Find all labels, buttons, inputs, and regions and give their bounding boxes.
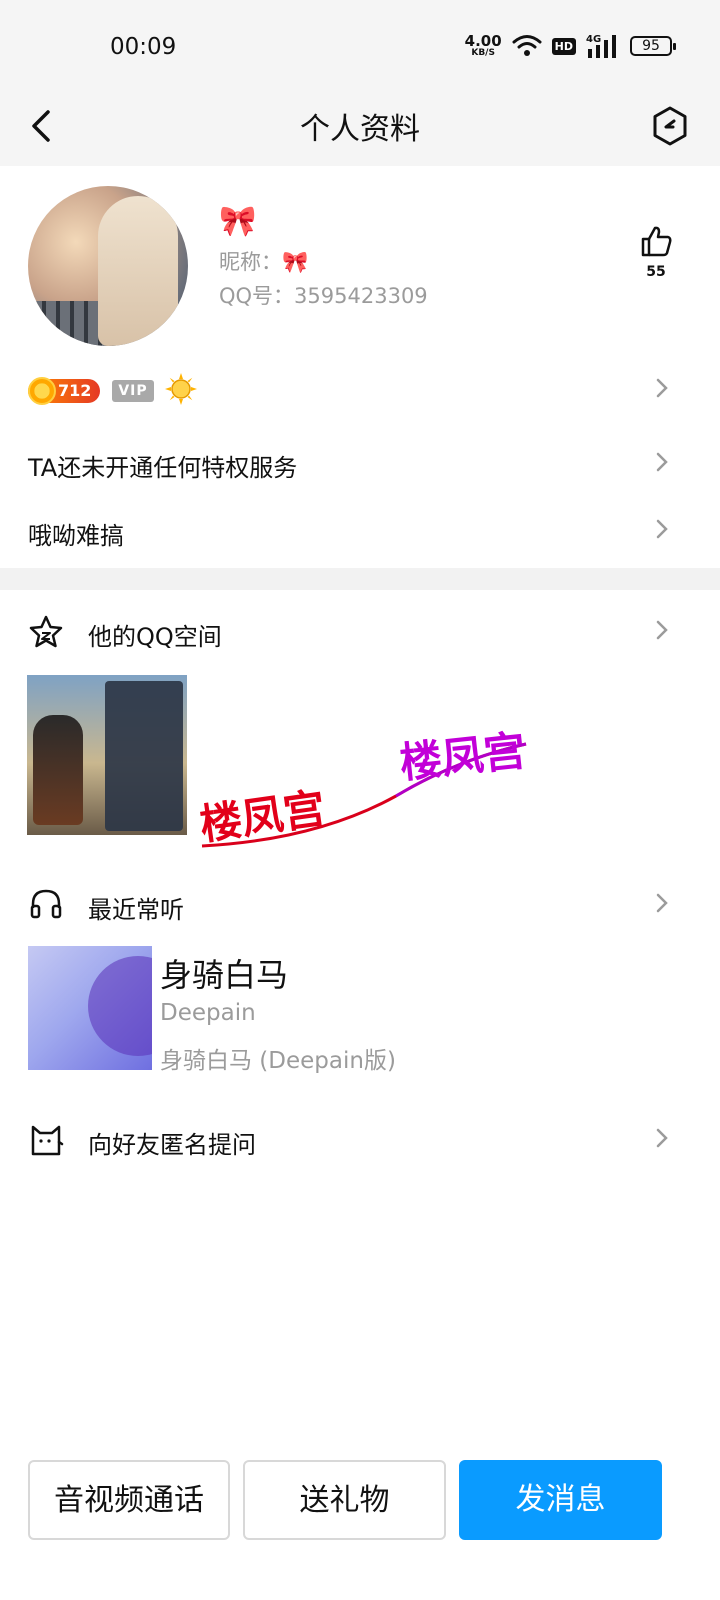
privilege-row-text[interactable]: TA还未开通任何特权服务 xyxy=(28,448,297,483)
watermark-overlay: 楼凤宫 楼凤宫 xyxy=(197,726,528,850)
signal-icon: 4G xyxy=(586,34,616,58)
status-bar: 00:09 4.00 KB/S HD 4G 95 xyxy=(0,0,720,90)
like-button[interactable]: 55 xyxy=(630,224,682,280)
section-divider xyxy=(0,568,720,590)
net-speed: 4.00 KB/S xyxy=(464,31,502,58)
watermark-text-1: 楼凤宫 xyxy=(197,784,329,850)
cat-face-icon xyxy=(31,1125,64,1156)
coin-badge[interactable]: 712 xyxy=(28,377,100,405)
thumbnail-figure xyxy=(33,715,83,825)
avatar[interactable] xyxy=(28,186,188,346)
page-title: 个人资料 xyxy=(300,112,420,147)
avatar-figure-decor xyxy=(98,196,178,346)
qzone-photo-thumbnail[interactable] xyxy=(27,675,187,835)
net-speed-value: 4.00 xyxy=(464,31,502,50)
nav-bar: 个人资料 xyxy=(0,90,720,166)
headphones-icon xyxy=(30,889,62,919)
anon-question-label[interactable]: 向好友匿名提问 xyxy=(88,1125,256,1160)
recent-music-label[interactable]: 最近常听 xyxy=(88,890,184,925)
coin-count: 712 xyxy=(58,381,92,400)
av-call-button[interactable]: 音视频通话 xyxy=(28,1460,230,1540)
star-icon xyxy=(29,615,63,648)
anon-question-chevron-icon[interactable] xyxy=(652,1124,672,1152)
nickname-text: 昵称：🎀 xyxy=(219,250,309,274)
privilege-chevron-icon[interactable] xyxy=(652,448,672,476)
send-gift-button[interactable]: 送礼物 xyxy=(243,1460,446,1540)
qzone-chevron-icon[interactable] xyxy=(652,616,672,644)
svg-text:4G: 4G xyxy=(586,34,601,45)
song-artist: Deepain xyxy=(160,1000,256,1026)
watermark-text-2: 楼凤宫 xyxy=(397,726,527,788)
display-name: 🎀 xyxy=(219,204,257,239)
song-cover-art[interactable] xyxy=(28,946,152,1070)
song-title[interactable]: 身骑白马 xyxy=(160,950,288,996)
vip-badge[interactable]: VIP xyxy=(112,380,154,402)
badges-chevron-icon[interactable] xyxy=(652,374,672,402)
battery-indicator: 95 xyxy=(630,36,676,56)
thumbnail-panel xyxy=(105,681,183,831)
status-icons: 4.00 KB/S HD 4G 95 xyxy=(464,31,676,60)
cover-decor xyxy=(88,956,152,1056)
hd-badge: HD xyxy=(551,37,576,55)
like-count: 55 xyxy=(646,264,666,280)
coin-icon xyxy=(28,377,56,405)
qq-number-text: QQ号：3595423309 xyxy=(219,284,428,308)
qzone-label[interactable]: 他的QQ空间 xyxy=(88,617,222,652)
song-album: 身骑白马 (Deepain版) xyxy=(160,1048,396,1074)
thumbs-up-icon xyxy=(641,226,672,257)
settings-hexagon-icon[interactable] xyxy=(646,102,694,150)
sun-level-icon[interactable] xyxy=(164,372,198,406)
music-chevron-icon[interactable] xyxy=(652,889,672,917)
wifi-icon xyxy=(512,35,542,56)
status-time: 00:09 xyxy=(110,34,177,60)
send-message-button[interactable]: 发消息 xyxy=(459,1460,662,1540)
signature-chevron-icon[interactable] xyxy=(652,515,672,543)
signature-row-text[interactable]: 哦呦难搞 xyxy=(28,516,124,551)
